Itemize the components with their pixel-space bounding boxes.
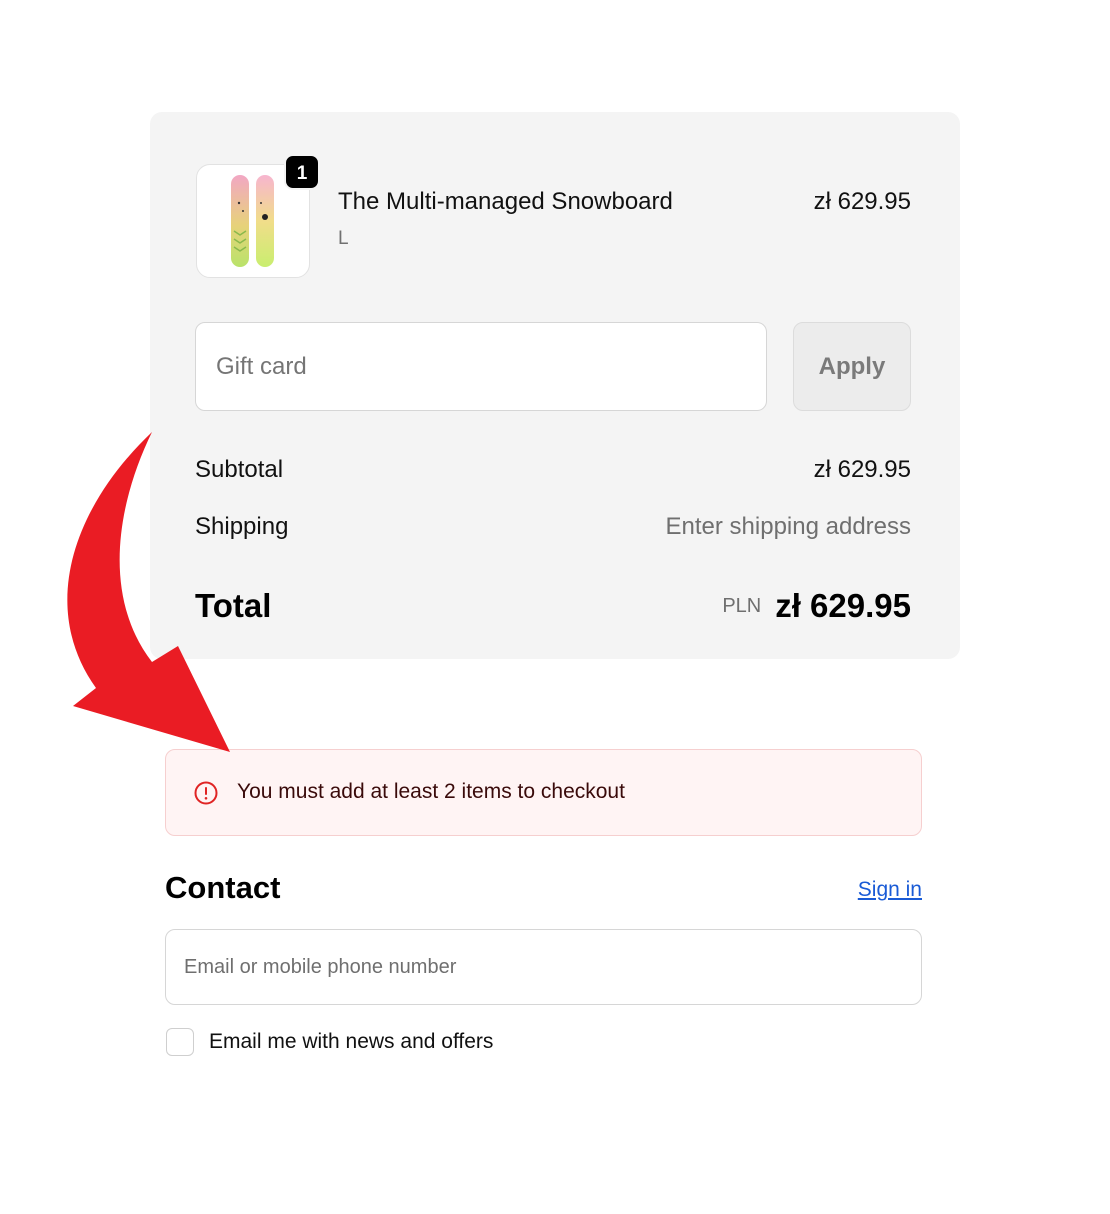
- product-price: zł 629.95: [813, 188, 911, 215]
- total-amount: PLN zł 629.95: [722, 587, 911, 625]
- error-banner: You must add at least 2 items to checkou…: [165, 749, 922, 836]
- error-circle-icon: [194, 781, 218, 805]
- currency-code: PLN: [722, 594, 762, 617]
- total-label: Total: [195, 587, 272, 624]
- total-value: zł 629.95: [775, 587, 911, 624]
- product-name: The Multi-managed Snowboard: [338, 188, 673, 215]
- contact-heading: Contact: [165, 870, 281, 905]
- apply-gift-card-button[interactable]: Apply: [793, 322, 911, 411]
- subtotal-value: zł 629.95: [813, 456, 911, 483]
- order-summary: 1 The Multi-managed Snowboard L zł 629.9…: [150, 112, 960, 659]
- gift-card-input[interactable]: [195, 322, 767, 411]
- error-message: You must add at least 2 items to checkou…: [237, 780, 625, 803]
- email-or-phone-input[interactable]: [165, 929, 922, 1005]
- sign-in-link[interactable]: Sign in: [858, 878, 922, 902]
- product-variant: L: [338, 228, 349, 249]
- newsletter-checkbox[interactable]: [166, 1028, 194, 1056]
- subtotal-label: Subtotal: [195, 456, 284, 483]
- quantity-badge: 1: [284, 154, 320, 190]
- shipping-label: Shipping: [195, 513, 289, 540]
- shipping-value: Enter shipping address: [665, 513, 911, 540]
- snowboard-image: [231, 175, 274, 267]
- newsletter-checkbox-label: Email me with news and offers: [209, 1030, 494, 1053]
